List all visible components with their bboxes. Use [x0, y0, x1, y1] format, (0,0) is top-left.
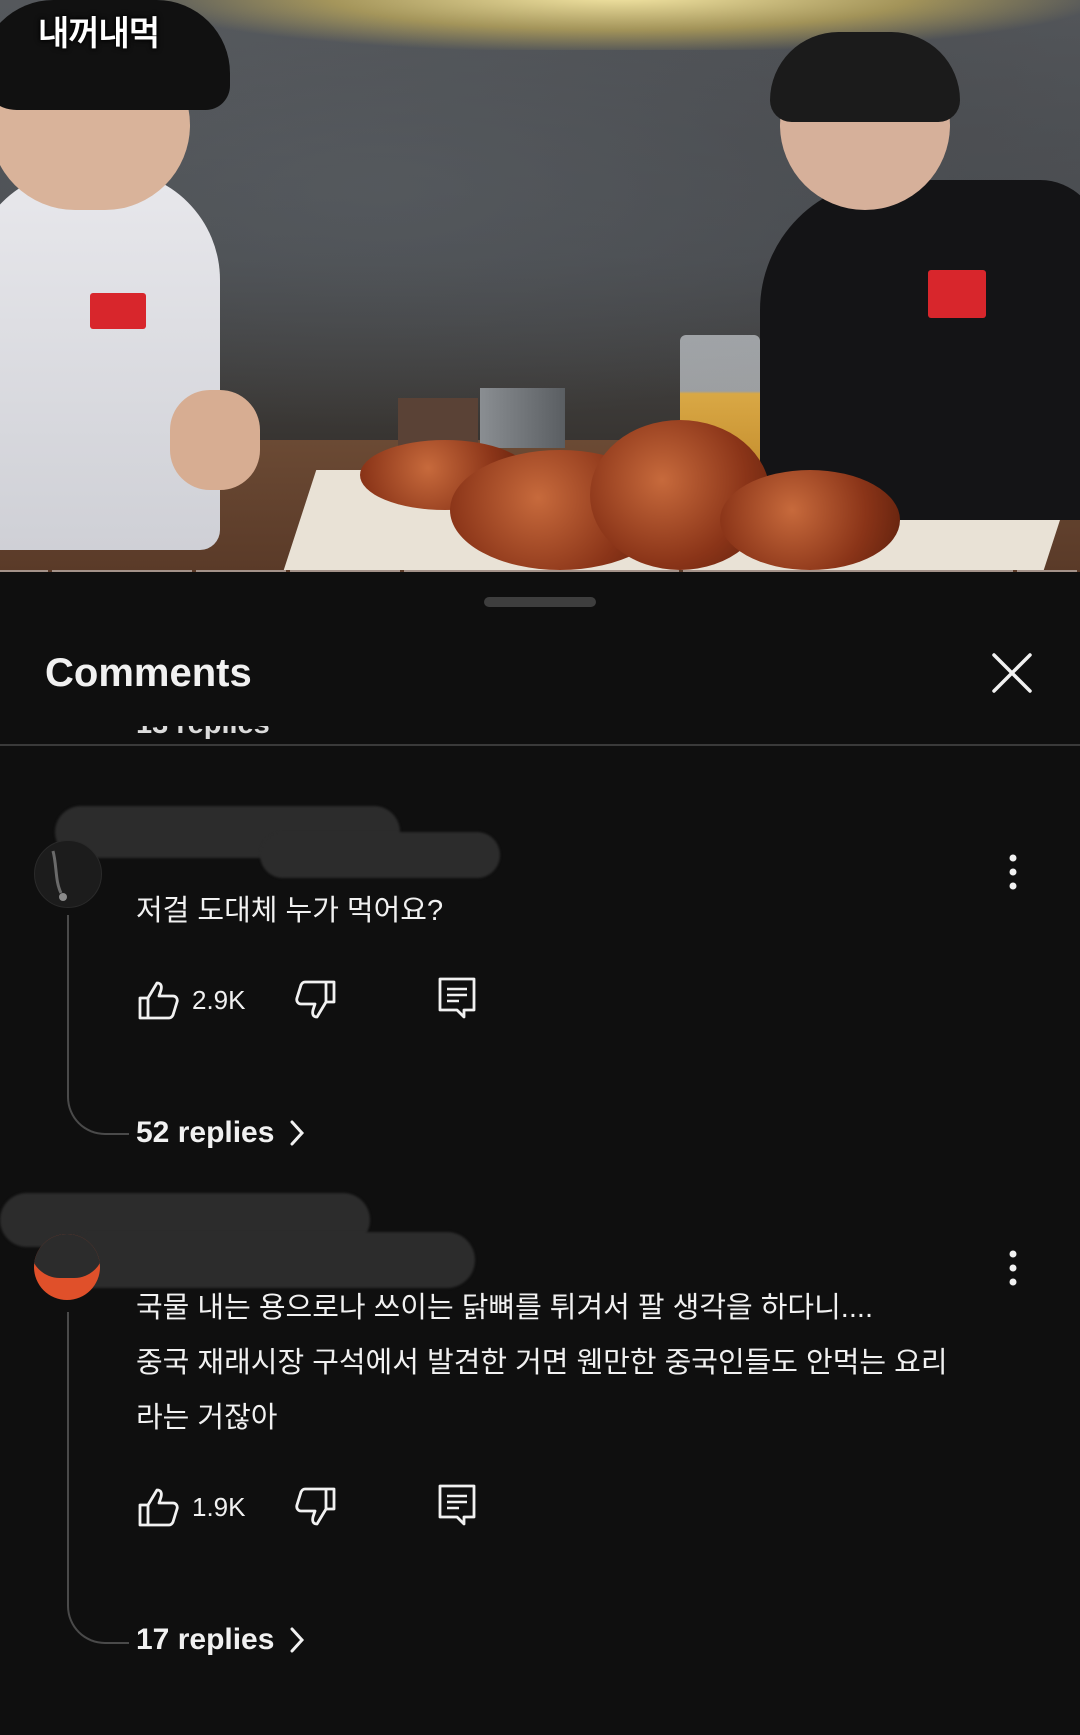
- view-replies-button[interactable]: 17 replies: [136, 1623, 306, 1657]
- comments-sheet: Comments 13 replies: [0, 573, 1080, 1735]
- like-count: 1.9K: [192, 1492, 246, 1522]
- dislike-icon: [295, 980, 336, 1019]
- chevron-right-icon: [290, 1120, 305, 1146]
- video-frame-person-left: [0, 170, 220, 550]
- drag-handle[interactable]: [484, 597, 596, 607]
- replies-label: 17 replies: [136, 1623, 275, 1656]
- video-frame-cup: [480, 388, 565, 448]
- like-button[interactable]: [136, 978, 180, 1022]
- video-frame-hair-right: [770, 32, 960, 122]
- like-button[interactable]: [136, 1485, 180, 1529]
- channel-watermark: 내꺼내먹: [38, 14, 160, 54]
- close-icon: [992, 653, 1032, 693]
- chapter-segment: [52, 570, 192, 572]
- close-button[interactable]: [988, 649, 1036, 697]
- like-icon: [138, 1488, 179, 1527]
- replies-label: 52 replies: [136, 1116, 275, 1149]
- comment-text: 국물 내는 용으로나 쓰이는 닭뼈를 튀겨서 팔 생각을 하다니.... 중국 …: [136, 1281, 996, 1446]
- chapter-segment: [683, 570, 1013, 572]
- like-icon: [138, 981, 179, 1020]
- sheet-title: Comments: [45, 651, 252, 695]
- thread-line: [67, 915, 129, 1135]
- avatar[interactable]: [34, 840, 102, 908]
- video-player[interactable]: 내꺼내먹: [0, 0, 1080, 572]
- thread-line: [67, 1312, 129, 1644]
- comment-line: 저걸 도대체 누가 먹어요?: [136, 895, 444, 927]
- dislike-button[interactable]: [294, 978, 338, 1022]
- chevron-right-icon: [290, 1627, 305, 1653]
- reply-button[interactable]: [437, 976, 477, 1020]
- comment-line: 국물 내는 용으로나 쓰이는 닭뼈를 튀겨서 팔 생각을 하다니....: [136, 1292, 874, 1324]
- video-frame-sign-glow: [160, 0, 1080, 50]
- video-frame-logo-patch: [928, 270, 986, 318]
- comment-menu-button[interactable]: [998, 1246, 1028, 1290]
- chapter-segment: [0, 570, 48, 572]
- chapter-segment: [404, 570, 679, 572]
- video-frame-logo-patch: [90, 293, 146, 329]
- redacted-username: [260, 832, 500, 878]
- chapter-segment: [196, 570, 286, 572]
- comment-line: 라는 거잖아: [136, 1402, 278, 1434]
- avatar-image: [51, 850, 67, 901]
- reply-icon: [438, 977, 476, 1019]
- video-frame-food: [720, 470, 900, 570]
- video-frame-hand-left: [170, 390, 260, 490]
- more-vert-icon: [1009, 1250, 1017, 1286]
- dislike-button[interactable]: [294, 1485, 338, 1529]
- comment-line: 중국 재래시장 구석에서 발견한 거면 웬만한 중국인들도 안먹는 요리: [136, 1347, 948, 1379]
- chapter-segment: [290, 570, 400, 572]
- reply-button[interactable]: [437, 1483, 477, 1527]
- comment-menu-button[interactable]: [998, 850, 1028, 894]
- sheet-divider: [0, 744, 1080, 746]
- more-vert-icon: [1009, 854, 1017, 890]
- avatar-overlay: [34, 1234, 100, 1278]
- view-replies-button[interactable]: 52 replies: [136, 1116, 306, 1150]
- avatar[interactable]: [34, 1234, 100, 1300]
- video-chapter-progress[interactable]: [0, 570, 1080, 572]
- redacted-username: [60, 1232, 475, 1288]
- chapter-segment: [1017, 570, 1077, 572]
- comment-text: 저걸 도대체 누가 먹어요?: [136, 884, 996, 939]
- like-count: 2.9K: [192, 985, 246, 1015]
- clipped-replies-link[interactable]: 13 replies: [136, 726, 270, 746]
- reply-icon: [438, 1484, 476, 1526]
- dislike-icon: [295, 1487, 336, 1526]
- video-frame-person-right: [760, 180, 1080, 520]
